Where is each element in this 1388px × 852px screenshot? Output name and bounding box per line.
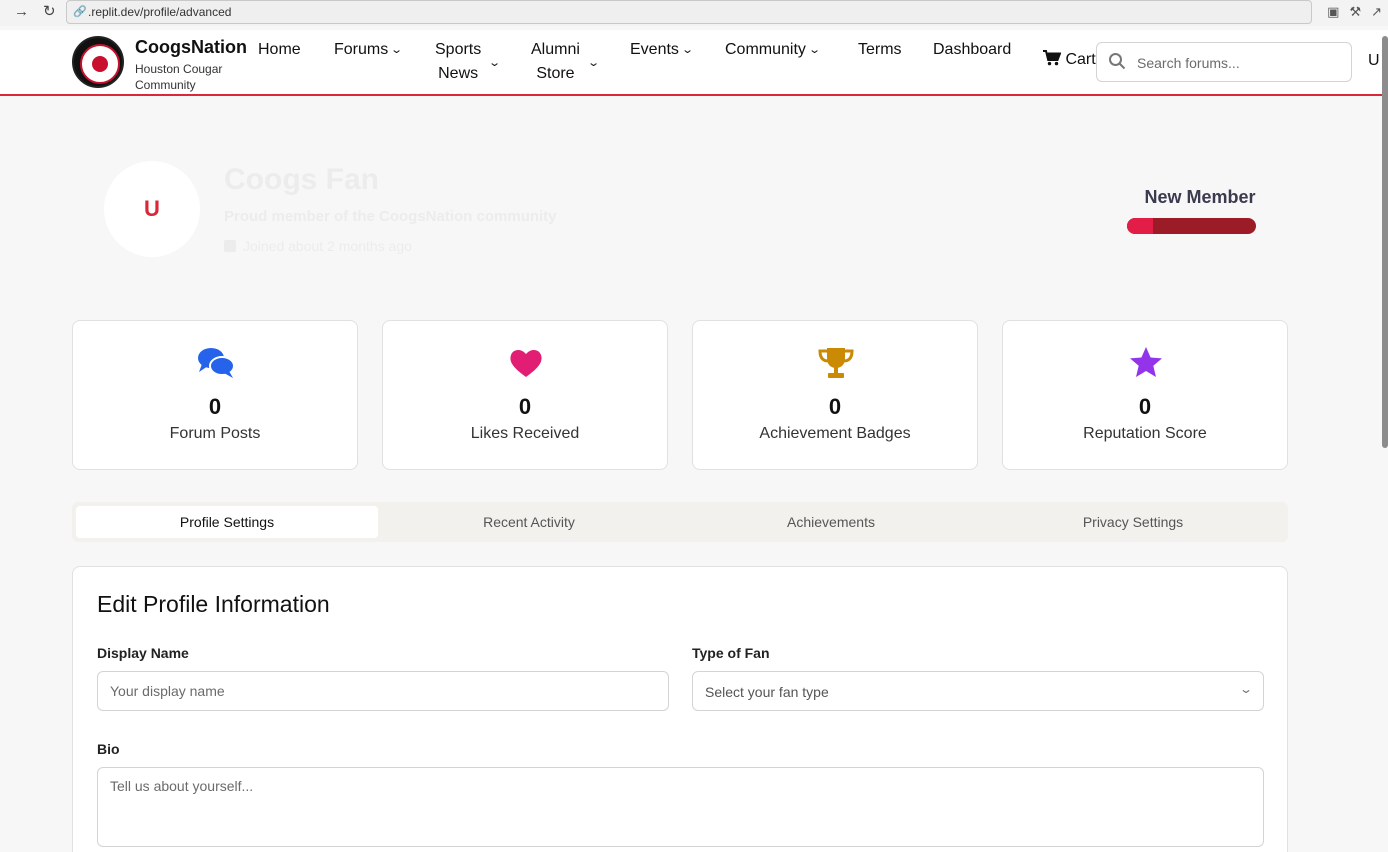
profile-joined-date: Joined about 2 months ago xyxy=(243,238,412,254)
chevron-down-icon: ⌄ xyxy=(488,57,502,69)
bio-textarea[interactable] xyxy=(97,767,1264,847)
fan-type-select[interactable]: Select your fan type ⌄ xyxy=(692,671,1264,711)
chevron-down-icon: ⌄ xyxy=(681,44,694,56)
display-name-input[interactable] xyxy=(97,671,669,711)
edit-profile-title: Edit Profile Information xyxy=(97,591,330,617)
comments-icon xyxy=(198,348,235,378)
stat-card-forum-posts: 0 Forum Posts xyxy=(72,320,358,470)
stat-value: 0 xyxy=(208,394,222,419)
nav-forums[interactable]: Forums ⌄ xyxy=(334,38,404,62)
display-name-label: Display Name xyxy=(97,645,189,661)
stat-label: Achievement Badges xyxy=(759,425,911,442)
member-level-progress xyxy=(1127,218,1256,234)
stat-card-likes-received: 0 Likes Received xyxy=(382,320,668,470)
nav-terms[interactable]: Terms xyxy=(858,38,902,62)
search-icon xyxy=(1109,53,1126,70)
stat-card-reputation-score: 0 Reputation Score xyxy=(1002,320,1288,470)
fan-type-placeholder: Select your fan type xyxy=(705,684,829,700)
devices-icon[interactable]: ▣ xyxy=(1327,4,1339,20)
cart-icon xyxy=(1043,50,1062,66)
external-link-icon[interactable]: ↗ xyxy=(1371,4,1382,20)
fan-type-label: Type of Fan xyxy=(692,645,770,661)
stat-value: 0 xyxy=(518,394,532,419)
tab-recent-activity[interactable]: Recent Activity xyxy=(378,506,680,538)
browser-actions: ▣ ⚒ ↗ xyxy=(1327,4,1382,20)
chevron-down-icon: ⌄ xyxy=(586,57,600,69)
coogsnation-logo[interactable] xyxy=(72,36,124,88)
heart-icon xyxy=(510,349,542,377)
brand-tagline: Houston Cougar Community xyxy=(135,62,223,92)
wrench-icon[interactable]: ⚒ xyxy=(1349,4,1361,20)
address-bar[interactable]: 🔗 .replit.dev/profile/advanced xyxy=(66,0,1312,24)
search-input[interactable] xyxy=(1137,52,1337,74)
tab-privacy-settings[interactable]: Privacy Settings xyxy=(982,506,1284,538)
tab-profile-settings[interactable]: Profile Settings xyxy=(76,506,378,538)
bio-label: Bio xyxy=(97,741,120,757)
url-text: .replit.dev/profile/advanced xyxy=(88,5,232,19)
tab-achievements[interactable]: Achievements xyxy=(680,506,982,538)
stat-label: Forum Posts xyxy=(169,425,261,442)
calendar-icon xyxy=(224,240,236,252)
link-icon: 🔗 xyxy=(73,6,87,18)
site-header: CoogsNation Houston Cougar Community Hom… xyxy=(0,30,1388,96)
search-box[interactable] xyxy=(1096,42,1352,82)
profile-name: Coogs Fan xyxy=(224,163,379,196)
profile-tabs: Profile Settings Recent Activity Achieve… xyxy=(72,502,1288,542)
member-level-progress-fill xyxy=(1127,218,1153,234)
chevron-down-icon: ⌄ xyxy=(1238,682,1254,696)
trophy-icon xyxy=(818,348,854,378)
nav-community[interactable]: Community ⌄ xyxy=(725,38,821,62)
stat-label: Reputation Score xyxy=(1083,425,1207,442)
profile-bio: Proud member of the CoogsNation communit… xyxy=(224,208,557,225)
browser-toolbar: → ↻ 🔗 .replit.dev/profile/advanced ▣ ⚒ ↗ xyxy=(0,0,1388,26)
stat-card-achievement-badges: 0 Achievement Badges xyxy=(692,320,978,470)
stat-value: 0 xyxy=(828,394,842,419)
member-level-label: New Member xyxy=(1144,187,1256,207)
nav-dashboard[interactable]: Dashboard xyxy=(933,38,1011,62)
reload-icon[interactable]: ↻ xyxy=(43,2,56,20)
brand-name[interactable]: CoogsNation xyxy=(135,37,247,58)
nav-alumni-store[interactable]: Alumni Store ⌄ xyxy=(531,38,600,86)
edit-profile-card: Edit Profile Information Display Name Ty… xyxy=(72,566,1288,852)
nav-home[interactable]: Home xyxy=(258,38,301,62)
cart-button[interactable]: Cart xyxy=(1043,50,1096,69)
stat-value: 0 xyxy=(1138,394,1152,419)
star-icon xyxy=(1130,347,1162,377)
nav-events[interactable]: Events ⌄ xyxy=(630,38,694,62)
chevron-down-icon: ⌄ xyxy=(390,44,404,56)
stat-label: Likes Received xyxy=(470,425,580,442)
back-arrow-icon[interactable]: → xyxy=(14,3,29,20)
profile-avatar: U xyxy=(104,161,200,257)
chevron-down-icon: ⌄ xyxy=(808,44,821,56)
cart-label: Cart xyxy=(1065,51,1096,68)
nav-sports-news[interactable]: Sports News ⌄ xyxy=(435,38,501,86)
page-scrollbar[interactable] xyxy=(1382,36,1388,448)
user-menu[interactable]: U xyxy=(1368,52,1380,70)
